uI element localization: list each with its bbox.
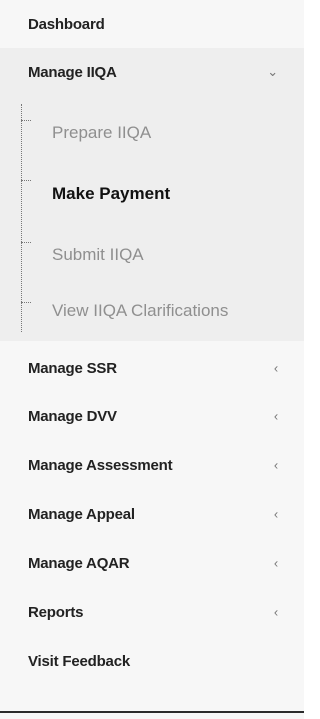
sidebar-item-label: Manage DVV (28, 407, 117, 425)
sidebar-item-reports[interactable]: Reports ‹ (0, 588, 304, 636)
sidebar-item-visit-feedback[interactable]: Visit Feedback (0, 637, 304, 685)
chevron-left-icon: ‹ (273, 604, 278, 620)
submenu-item-view-iiqa-clarifications[interactable]: View IIQA Clarifications (0, 285, 304, 337)
submenu-item-submit-iiqa[interactable]: Submit IIQA (0, 229, 304, 281)
chevron-left-icon: ‹ (273, 457, 278, 473)
chevron-left-icon: ‹ (273, 408, 278, 424)
sidebar-item-label: Manage AQAR (28, 554, 130, 572)
sidebar-item-manage-aqar[interactable]: Manage AQAR ‹ (0, 539, 304, 587)
sidebar-item-manage-ssr[interactable]: Manage SSR ‹ (0, 344, 304, 392)
chevron-left-icon: ‹ (273, 555, 278, 571)
sidebar-item-manage-appeal[interactable]: Manage Appeal ‹ (0, 490, 304, 538)
submenu-item-make-payment[interactable]: Make Payment (0, 168, 304, 220)
sidebar-item-label: Dashboard (28, 15, 105, 33)
manage-iiqa-submenu: Prepare IIQA Make Payment Submit IIQA Vi… (0, 96, 304, 341)
chevron-left-icon: ‹ (273, 506, 278, 522)
sidebar-item-label: Manage SSR (28, 359, 117, 377)
submenu-item-label: Make Payment (52, 184, 171, 203)
sidebar-item-label: Manage Assessment (28, 456, 173, 474)
submenu-item-label: View IIQA Clarifications (52, 301, 229, 320)
divider (0, 711, 304, 713)
sidebar-item-label: Manage IIQA (28, 63, 117, 81)
sidebar-item-manage-assessment[interactable]: Manage Assessment ‹ (0, 441, 304, 489)
submenu-item-prepare-iiqa[interactable]: Prepare IIQA (0, 107, 304, 159)
submenu-item-label: Submit IIQA (52, 245, 144, 264)
chevron-down-icon: ⌄ (267, 64, 278, 79)
sidebar-nav: Dashboard Manage IIQA ⌄ Prepare IIQA Mak… (0, 0, 304, 719)
sidebar-item-label: Reports (28, 603, 84, 621)
sidebar-item-manage-iiqa[interactable]: Manage IIQA ⌄ (0, 48, 304, 96)
sidebar-item-dashboard[interactable]: Dashboard (0, 0, 304, 48)
submenu-item-label: Prepare IIQA (52, 123, 152, 142)
sidebar-item-label: Visit Feedback (28, 652, 130, 670)
chevron-left-icon: ‹ (273, 360, 278, 376)
sidebar-item-manage-dvv[interactable]: Manage DVV ‹ (0, 392, 304, 440)
sidebar-item-label: Manage Appeal (28, 505, 135, 523)
